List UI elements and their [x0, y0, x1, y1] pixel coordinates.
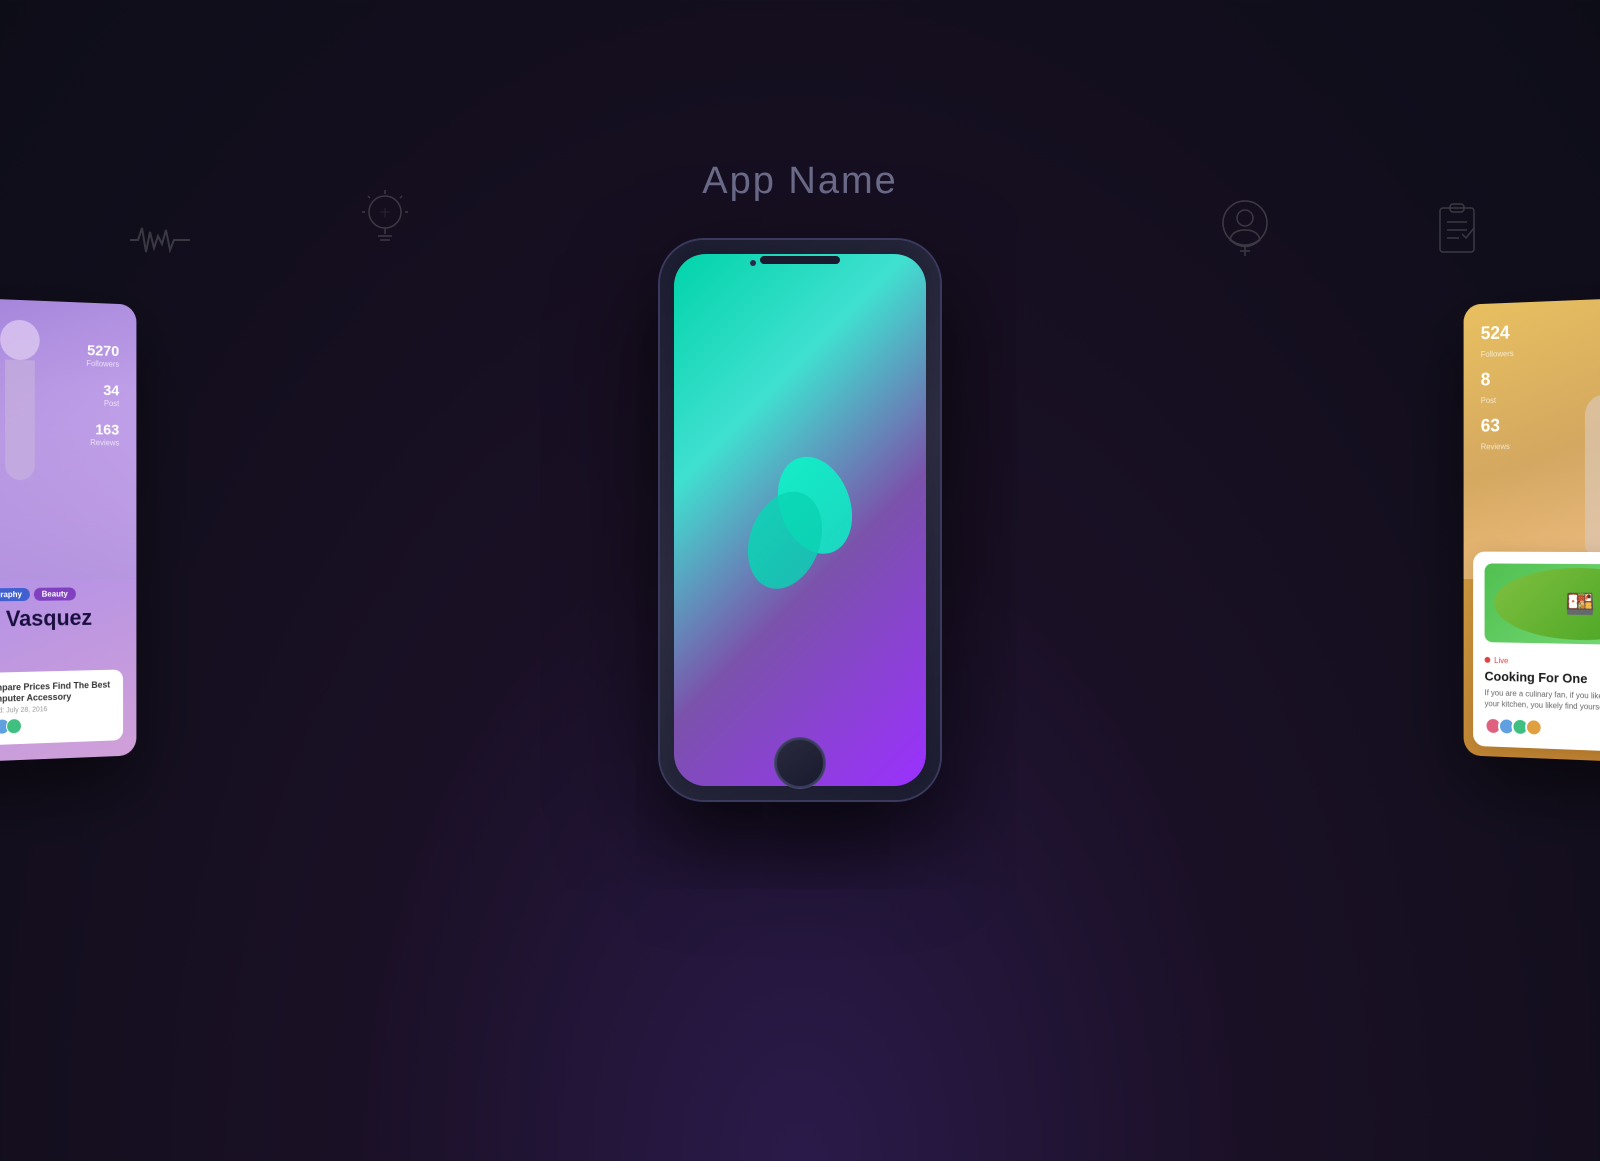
model-photo: 5270 Followers 34 Post 163 Reviews ‹: [0, 295, 136, 581]
apple-logo: [740, 450, 860, 605]
product-title: Compare Prices Find The Best Computer Ac…: [0, 679, 114, 706]
viewer-avatar-4: [1525, 718, 1543, 736]
iphone-notch: [760, 256, 840, 264]
cooking-image: 🍱: [1485, 564, 1600, 647]
iphone-device: [660, 240, 940, 800]
app-title: App Name: [702, 160, 898, 203]
screen-profile-blanche: 5270 Followers 34 Post 163 Reviews ‹ Fas…: [0, 295, 136, 765]
waveform-icon: [130, 220, 190, 265]
screen-profile-henry: 524 Followers 8 Post 63 Reviews Henry Ro…: [1464, 295, 1600, 765]
post-title: Cooking For One: [1485, 668, 1600, 688]
clipboard-icon: [1434, 200, 1480, 261]
iphone-screen: [674, 254, 926, 786]
profile-name: Blanche Vasquez: [0, 605, 92, 634]
screens-container: 👤 Linnie Ramsey 221-067-4004 📞: [200, 270, 1400, 970]
henry-hero-photo: 524 Followers 8 Post 63 Reviews: [1464, 295, 1600, 581]
product-date: Added: July 28, 2016: [0, 704, 114, 715]
iphone-home-button[interactable]: [775, 738, 825, 788]
cooking-post-card: 🍱 Live Cooking For One If you are a culi…: [1473, 552, 1600, 755]
post-description: If you are a culinary fan, if you like t…: [1485, 687, 1600, 715]
person-pin-icon: [1220, 198, 1270, 263]
profile-tags: Fashion Photography Beauty: [0, 587, 76, 602]
avatar-3: [6, 718, 22, 735]
live-badge: Live: [1485, 655, 1509, 664]
lightbulb-icon: [360, 190, 410, 255]
product-card: K-POP Compare Prices Find The Best Compu…: [0, 669, 123, 748]
iphone-camera: [750, 260, 756, 266]
post-viewers: [1485, 717, 1600, 742]
henry-stats: 524 Followers 8 Post 63 Reviews: [1481, 322, 1514, 462]
profile-stats: 5270 Followers 34 Post 163 Reviews: [86, 342, 119, 447]
